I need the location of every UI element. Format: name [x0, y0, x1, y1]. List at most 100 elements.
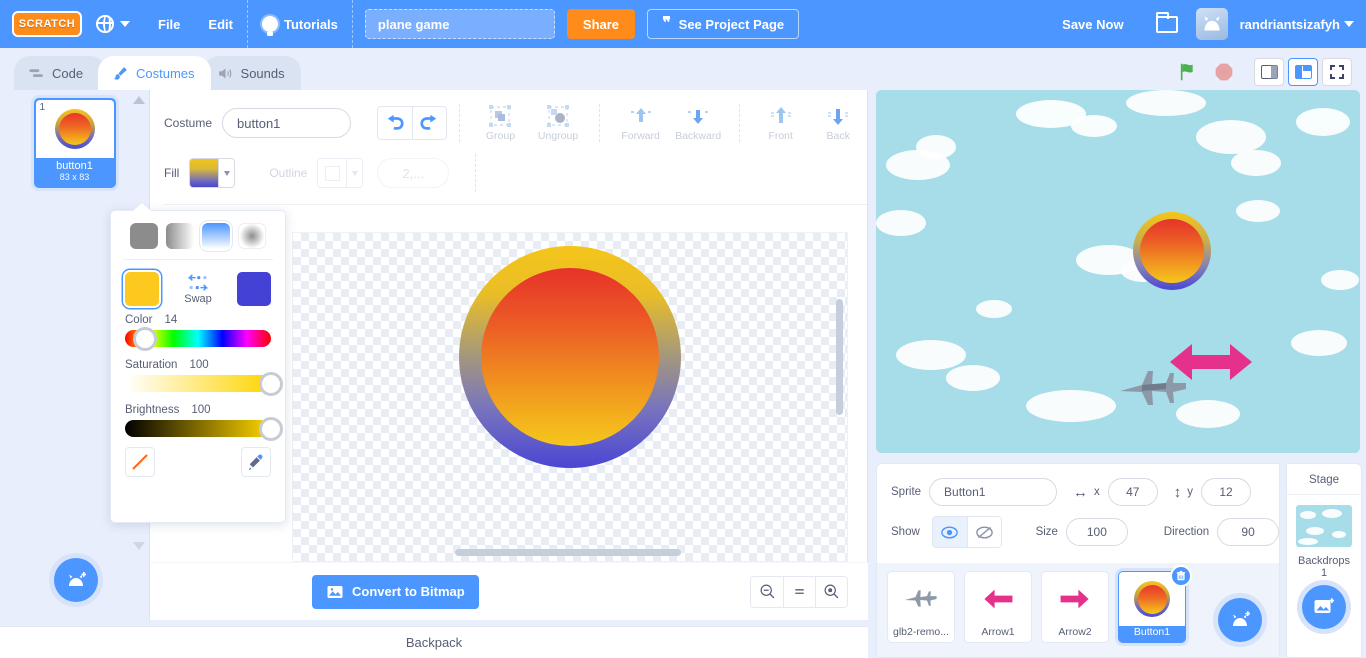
group-button[interactable]: Group [472, 104, 530, 142]
outline-dropdown-button[interactable] [347, 158, 364, 188]
horizontal-gradient-button[interactable] [166, 223, 194, 249]
zoom-out-icon [760, 584, 774, 599]
vertical-gradient-button[interactable] [202, 223, 230, 249]
stage-sprite-plane[interactable] [1116, 365, 1191, 413]
color-slider-knob[interactable] [133, 326, 158, 351]
backward-icon [688, 110, 709, 124]
costume-name-input[interactable]: button1 [222, 108, 352, 138]
project-title-input[interactable]: plane game [364, 9, 555, 39]
language-menu[interactable] [82, 0, 144, 48]
costume-thumbnail: 1 [35, 100, 114, 158]
account-chevron-down-icon[interactable] [1344, 21, 1354, 27]
toolbar-divider-2 [598, 104, 600, 142]
tab-costumes[interactable]: Costumes [98, 56, 211, 90]
sprite-name-input[interactable]: Button1 [929, 478, 1058, 506]
fill-color-swatch[interactable] [189, 158, 220, 188]
convert-label: Convert to Bitmap [352, 584, 465, 599]
large-stage-button[interactable] [1288, 58, 1318, 86]
brightness-label: Brightness [125, 404, 180, 416]
stage-selector[interactable]: Stage Backdrops 1 [1286, 463, 1362, 658]
backpack-bar[interactable]: Backpack [0, 626, 868, 658]
redo-button[interactable] [411, 107, 446, 139]
canvas-horizontal-scrollbar[interactable] [455, 549, 681, 556]
zoom-in-button[interactable] [815, 576, 847, 607]
canvas-vertical-scrollbar[interactable] [836, 299, 843, 415]
stage-sprite-button1[interactable] [1133, 212, 1211, 290]
size-input[interactable]: 100 [1065, 518, 1128, 546]
convert-to-bitmap-button[interactable]: Convert to Bitmap [312, 574, 479, 609]
primary-color-swatch[interactable] [125, 272, 159, 306]
sprite-card-arrow2[interactable]: Arrow2 [1041, 571, 1109, 643]
scroll-down-arrow-icon[interactable] [133, 542, 145, 550]
save-now-button[interactable]: Save Now [1048, 17, 1137, 32]
back-button[interactable]: Back [809, 104, 867, 142]
backdrop-thumbnail[interactable] [1296, 505, 1352, 547]
see-project-page-button[interactable]: ❞ See Project Page [647, 9, 800, 39]
outline-color-swatch[interactable] [317, 158, 348, 188]
zoom-controls [750, 575, 848, 608]
swap-colors-button[interactable]: Swap [184, 274, 212, 305]
zoom-reset-button[interactable] [783, 576, 815, 607]
avatar[interactable] [1195, 8, 1228, 40]
sprite-card-arrow1[interactable]: Arrow1 [964, 571, 1032, 643]
undo-button[interactable] [378, 107, 412, 139]
saturation-slider[interactable] [125, 371, 283, 396]
backward-button[interactable]: Backward [669, 104, 727, 142]
secondary-color-swatch[interactable] [237, 272, 271, 306]
arrow-right-icon [1060, 589, 1089, 609]
stroke-width-input[interactable]: 2,... [377, 158, 450, 188]
y-input[interactable]: 12 [1201, 478, 1252, 506]
eye-icon [941, 525, 959, 539]
share-button[interactable]: Share [566, 9, 636, 39]
show-toggle-group [931, 516, 1002, 548]
tab-code[interactable]: Code [14, 56, 106, 90]
zoom-out-button[interactable] [751, 576, 783, 607]
size-label: Size [1035, 526, 1058, 538]
stage[interactable] [876, 90, 1360, 453]
delete-sprite-button[interactable] [1170, 565, 1192, 587]
fullscreen-button[interactable] [1322, 58, 1352, 86]
front-button[interactable]: Front [752, 104, 810, 142]
canvas-button-shape[interactable] [459, 246, 681, 468]
tab-sounds[interactable]: Sounds [202, 56, 301, 90]
scratch-logo[interactable]: SCRATCH [12, 11, 82, 37]
chevron-down-icon [223, 170, 230, 176]
username-label[interactable]: randriantsizafyh [1232, 17, 1340, 32]
sprite-card-plane[interactable]: glb2-remo... [887, 571, 955, 643]
globe-icon [96, 15, 114, 33]
add-backdrop-button[interactable] [1302, 585, 1346, 629]
show-visible-button[interactable] [932, 517, 967, 547]
brightness-slider-block: Brightness 100 [111, 392, 285, 441]
file-menu[interactable]: File [144, 0, 194, 48]
menu-bar-right: Save Now randriantsizafyh [1048, 8, 1366, 40]
color-slider[interactable] [125, 326, 271, 351]
scroll-up-arrow-icon[interactable] [133, 96, 145, 104]
folder-icon[interactable] [1155, 11, 1178, 33]
ungroup-button[interactable]: Ungroup [529, 104, 587, 142]
add-costume-button[interactable] [54, 558, 98, 602]
no-fill-button[interactable] [125, 447, 155, 477]
costume-item-button1[interactable]: 1 button1 83 x 83 [33, 98, 116, 188]
forward-button[interactable]: Forward [612, 104, 670, 142]
show-hidden-button[interactable] [966, 517, 1001, 547]
brightness-slider-knob[interactable] [259, 416, 283, 441]
paint-canvas[interactable] [292, 232, 848, 562]
sprite-card-label: Button1 [1133, 626, 1171, 638]
eyedropper-button[interactable] [241, 447, 271, 477]
sprite-card-button1[interactable]: Button1 [1118, 565, 1192, 643]
edit-menu[interactable]: Edit [194, 0, 247, 48]
add-sprite-button[interactable] [1218, 598, 1262, 642]
small-stage-icon [1260, 65, 1278, 79]
solid-fill-button[interactable] [130, 223, 158, 249]
speaker-icon [218, 68, 231, 78]
brightness-slider[interactable] [125, 416, 283, 441]
direction-input[interactable]: 90 [1217, 518, 1279, 546]
stop-icon[interactable] [1214, 62, 1234, 82]
radial-gradient-button[interactable] [238, 223, 266, 249]
x-input[interactable]: 47 [1107, 478, 1158, 506]
tutorials-menu[interactable]: Tutorials [248, 0, 352, 48]
saturation-slider-knob[interactable] [259, 371, 283, 396]
fill-dropdown-button[interactable] [219, 158, 236, 188]
green-flag-icon[interactable] [1178, 61, 1200, 83]
small-stage-button[interactable] [1254, 58, 1284, 86]
